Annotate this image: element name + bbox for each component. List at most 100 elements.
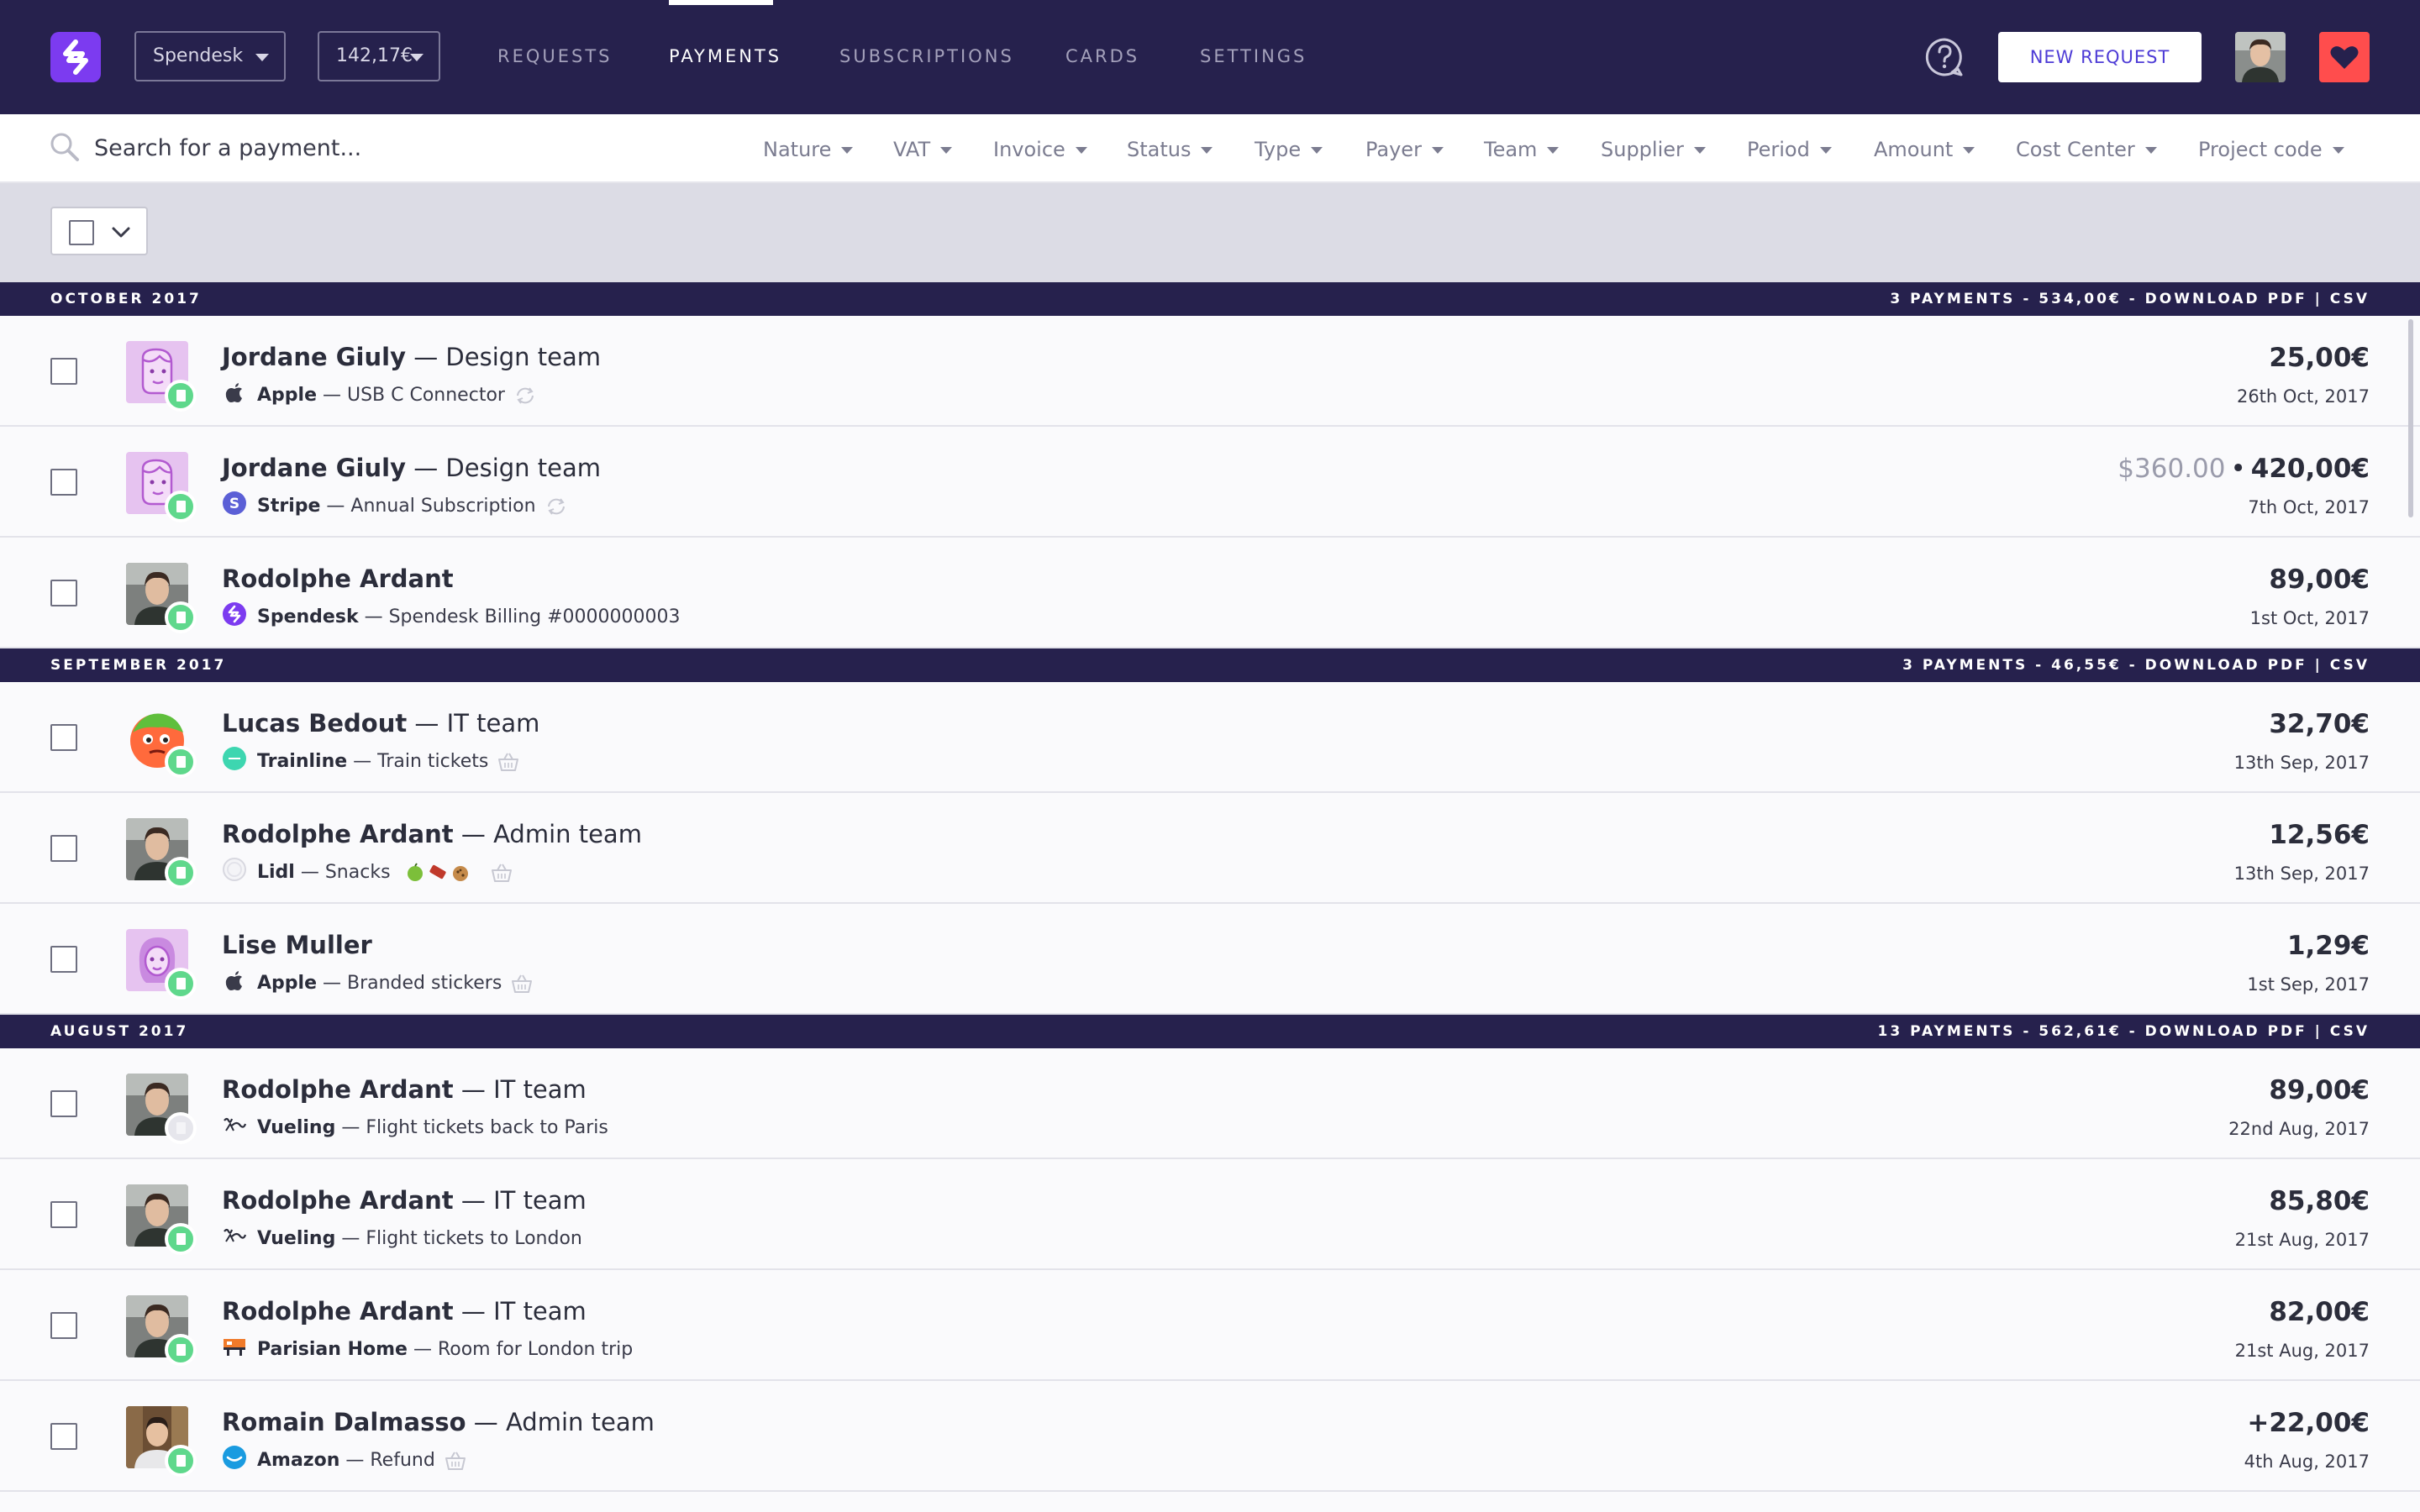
- filter-type[interactable]: Type: [1255, 138, 1323, 161]
- month-summary[interactable]: 3 PAYMENTS - 46,55€ - DOWNLOAD PDF | CSV: [1902, 657, 2370, 674]
- search-filter-bar: Nature VAT Invoice Status Type Payer Tea…: [0, 114, 2420, 183]
- top-navigation-bar: Spendesk 142,17€ REQUESTS PAYMENTS SUBSC…: [0, 0, 2420, 114]
- row-checkbox[interactable]: [50, 835, 77, 862]
- caret-down-icon: [841, 147, 854, 154]
- payment-row[interactable]: Rodolphe Ardant — Admin team Lidl — Snac…: [0, 793, 2420, 904]
- payer-team: — IT team: [453, 1186, 587, 1215]
- row-checkbox[interactable]: [50, 724, 77, 751]
- balance-selector[interactable]: 142,17€: [318, 31, 440, 81]
- filter-amount[interactable]: Amount: [1874, 138, 1975, 161]
- payment-date: 1st Sep, 2017: [2247, 974, 2370, 995]
- supplier-line: Apple — USB C Connector: [257, 385, 537, 406]
- row-checkbox[interactable]: [50, 1090, 77, 1117]
- payment-row[interactable]: Jordane Giuly — Design team Apple — USB …: [0, 316, 2420, 427]
- supplier-line: Amazon — Refund: [257, 1450, 467, 1471]
- payment-date: 13th Sep, 2017: [2233, 753, 2370, 773]
- payer-line: Rodolphe Ardant — Admin team: [222, 820, 642, 848]
- nav-requests[interactable]: REQUESTS: [497, 46, 613, 66]
- filter-payer[interactable]: Payer: [1365, 138, 1444, 161]
- filter-vat[interactable]: VAT: [893, 138, 953, 161]
- filter-label: Status: [1127, 138, 1192, 161]
- month-summary[interactable]: 13 PAYMENTS - 562,61€ - DOWNLOAD PDF | C…: [1878, 1023, 2370, 1040]
- caret-down-icon: [1963, 147, 1975, 154]
- row-checkbox[interactable]: [50, 358, 77, 385]
- filter-team[interactable]: Team: [1484, 138, 1560, 161]
- payer-name: Rodolphe Ardant: [222, 820, 454, 848]
- row-checkbox[interactable]: [50, 469, 77, 496]
- row-checkbox[interactable]: [50, 1312, 77, 1339]
- supplier-line: Trainline — Train tickets: [257, 751, 520, 772]
- select-all-dropdown[interactable]: [50, 207, 148, 255]
- filter-cost-center[interactable]: Cost Center: [2016, 138, 2157, 161]
- row-checkbox[interactable]: [50, 1423, 77, 1450]
- row-checkbox[interactable]: [50, 946, 77, 973]
- payer-line: Rodolphe Ardant — IT team: [222, 1186, 587, 1215]
- heart-button[interactable]: [2319, 32, 2370, 82]
- filter-label: Supplier: [1601, 138, 1684, 161]
- payment-amount: 85,80€: [2269, 1186, 2370, 1216]
- month-summary[interactable]: 3 PAYMENTS - 534,00€ - DOWNLOAD PDF | CS…: [1890, 291, 2370, 307]
- filter-nature[interactable]: Nature: [763, 138, 854, 161]
- filter-project-code[interactable]: Project code: [2198, 138, 2344, 161]
- month-label: OCTOBER 2017: [50, 291, 202, 307]
- filter-label: Period: [1747, 138, 1810, 161]
- company-selector[interactable]: Spendesk: [134, 31, 286, 81]
- payment-amount: 89,00€: [2269, 564, 2370, 595]
- payment-row[interactable]: Rodolphe Ardant — IT team Vueling — Flig…: [0, 1159, 2420, 1270]
- svg-text:S: S: [229, 496, 239, 512]
- new-request-button[interactable]: NEW REQUEST: [1998, 32, 2202, 82]
- caret-down-icon: [940, 147, 953, 154]
- nav-subscriptions[interactable]: SUBSCRIPTIONS: [839, 46, 1014, 66]
- caret-down-icon: [1075, 147, 1087, 154]
- filter-invoice[interactable]: Invoice: [993, 138, 1087, 161]
- payment-row[interactable]: Lucas Bedout — IT team Trainline — Train…: [0, 682, 2420, 793]
- filter-status[interactable]: Status: [1127, 138, 1213, 161]
- nav-cards[interactable]: CARDS: [1065, 46, 1139, 66]
- nav-payments[interactable]: PAYMENTS: [669, 46, 781, 66]
- payer-name: Rodolphe Ardant: [222, 1075, 454, 1104]
- select-all-checkbox[interactable]: [69, 220, 94, 245]
- payment-row[interactable]: Romain Dalmasso — Admin team Amazon — Re…: [0, 1381, 2420, 1492]
- filter-label: Team: [1484, 138, 1538, 161]
- receipt-status-icon: [165, 1223, 197, 1255]
- caret-down-icon: [1819, 147, 1832, 154]
- nav-settings[interactable]: SETTINGS: [1200, 46, 1307, 66]
- supplier-line: Vueling — Flight tickets to London: [257, 1228, 582, 1249]
- payer-line: Lucas Bedout — IT team: [222, 709, 539, 738]
- payment-row[interactable]: Rodolphe Ardant — IT team Vueling — Flig…: [0, 1048, 2420, 1159]
- search-icon: [50, 133, 79, 161]
- payment-row[interactable]: Jordane Giuly — Design team S Stripe — A…: [0, 427, 2420, 538]
- payment-amount: 420,00€: [2250, 454, 2370, 484]
- receipt-status-icon: [165, 857, 197, 889]
- payment-date: 21st Aug, 2017: [2234, 1341, 2370, 1361]
- original-amount: $360.00: [2118, 454, 2226, 484]
- filter-supplier[interactable]: Supplier: [1601, 138, 1706, 161]
- receipt-status-icon: [165, 746, 197, 778]
- payment-row[interactable]: Lise Muller Apple — Branded stickers 1,2…: [0, 904, 2420, 1015]
- amazon-icon: [223, 1446, 246, 1469]
- filter-period[interactable]: Period: [1747, 138, 1832, 161]
- search-input[interactable]: [94, 129, 632, 166]
- payment-description: — Spendesk Billing #0000000003: [358, 606, 681, 627]
- payment-row[interactable]: Rodolphe Ardant Spendesk — Spendesk Bill…: [0, 538, 2420, 648]
- spendesk-logo-icon[interactable]: [50, 32, 101, 82]
- payer-line: Rodolphe Ardant — IT team: [222, 1297, 587, 1326]
- user-avatar[interactable]: [2235, 32, 2286, 82]
- scrollbar-thumb[interactable]: [2408, 319, 2413, 517]
- row-checkbox[interactable]: [50, 580, 77, 606]
- month-header: SEPTEMBER 2017 3 PAYMENTS - 46,55€ - DOW…: [0, 648, 2420, 682]
- row-checkbox[interactable]: [50, 1201, 77, 1228]
- payer-line: Rodolphe Ardant — IT team: [222, 1075, 587, 1104]
- help-icon[interactable]: [1924, 37, 1965, 77]
- payment-row[interactable]: Rodolphe Ardant — IT team Parisian Home …: [0, 1270, 2420, 1381]
- payer-name: Romain Dalmasso: [222, 1408, 466, 1436]
- payment-amount: 82,00€: [2269, 1297, 2370, 1327]
- receipt-status-icon: [165, 601, 197, 633]
- payer-name: Lucas Bedout: [222, 709, 408, 738]
- payer-team: — Design team: [406, 454, 602, 482]
- payment-description: — Flight tickets to London: [335, 1228, 582, 1249]
- payer-team: — Admin team: [453, 820, 642, 848]
- basket-icon: [498, 753, 519, 771]
- filter-label: Cost Center: [2016, 138, 2135, 161]
- payer-name: Lise Muller: [222, 931, 372, 959]
